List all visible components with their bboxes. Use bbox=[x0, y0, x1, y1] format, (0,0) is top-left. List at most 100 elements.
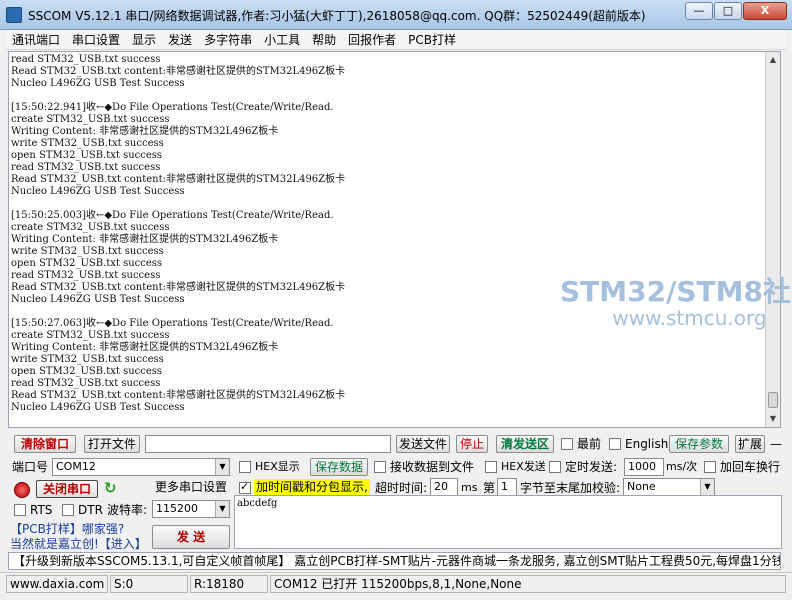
scroll-up-icon[interactable]: ▲ bbox=[768, 54, 778, 66]
dtr-label: DTR bbox=[78, 503, 103, 517]
checksum-value: None bbox=[627, 480, 656, 493]
open-file-button[interactable]: 打开文件 bbox=[84, 435, 140, 453]
receive-log-line: Read STM32_USB.txt content:非常感谢社区提供的STM3… bbox=[11, 390, 346, 401]
baud-value: 115200 bbox=[156, 502, 198, 515]
port-status-light-icon bbox=[14, 482, 30, 498]
minimize-button[interactable]: — bbox=[685, 2, 713, 20]
port-select[interactable]: COM12 ▼ bbox=[52, 458, 230, 476]
clear-window-button[interactable]: 清除窗口 bbox=[14, 435, 76, 453]
refresh-icon[interactable]: ↻ bbox=[104, 481, 117, 496]
receive-log-line: Read STM32_USB.txt content:非常感谢社区提供的STM3… bbox=[11, 66, 346, 77]
title-bar: SSCOM V5.12.1 串口/网络数据调试器,作者:习小猛(大虾丁丁),26… bbox=[0, 0, 792, 30]
dtr-checkbox[interactable] bbox=[62, 504, 74, 516]
port-value: COM12 bbox=[56, 460, 96, 473]
receive-log-line: read STM32_USB.txt success bbox=[11, 54, 161, 65]
menu-multi-string[interactable]: 多字符串 bbox=[198, 30, 258, 50]
receive-log-line: read STM32_USB.txt success bbox=[11, 162, 161, 173]
receive-log-line: Nucleo L496ZG USB Test Success bbox=[11, 402, 185, 413]
window-title: SSCOM V5.12.1 串口/网络数据调试器,作者:习小猛(大虾丁丁),26… bbox=[28, 9, 646, 23]
menu-help[interactable]: 帮助 bbox=[306, 30, 342, 50]
add-crlf-checkbox[interactable] bbox=[704, 461, 716, 473]
scroll-down-icon[interactable]: ▼ bbox=[768, 413, 778, 425]
hex-display-label: HEX显示 bbox=[255, 460, 300, 473]
receive-log-line: [15:50:25.003]收←◆Do File Operations Test… bbox=[11, 210, 334, 221]
save-data-button[interactable]: 保存数据 bbox=[310, 458, 368, 476]
stop-button[interactable]: 停止 bbox=[456, 435, 488, 453]
menu-feedback[interactable]: 回报作者 bbox=[342, 30, 402, 50]
receive-log-line: [15:50:22.941]收←◆Do File Operations Test… bbox=[11, 102, 334, 113]
receive-log-line: write STM32_USB.txt success bbox=[11, 246, 164, 257]
receive-log-line: read STM32_USB.txt success bbox=[11, 378, 161, 389]
receive-log-line: Writing Content: 非常感谢社区提供的STM32L496Z板卡 bbox=[11, 126, 279, 137]
scroll-thumb[interactable] bbox=[768, 392, 778, 408]
baud-label: 波特率: bbox=[107, 503, 148, 517]
always-on-top-checkbox[interactable] bbox=[561, 438, 573, 450]
news-ticker[interactable]: 【升级到新版本SSCOM5.13.1,可自定义帧首帧尾】 嘉立创PCB打样-SM… bbox=[8, 552, 781, 570]
chevron-down-icon[interactable]: ▼ bbox=[215, 501, 229, 517]
receive-log-line: open STM32_USB.txt success bbox=[11, 150, 163, 161]
menu-tools[interactable]: 小工具 bbox=[258, 30, 306, 50]
interval-unit-label: ms/次 bbox=[666, 460, 698, 473]
interval-input[interactable]: 1000 bbox=[624, 458, 664, 476]
menu-display[interactable]: 显示 bbox=[126, 30, 162, 50]
send-button[interactable]: 发 送 bbox=[152, 525, 230, 549]
expand-button[interactable]: 扩展 bbox=[735, 435, 765, 453]
timed-send-checkbox[interactable] bbox=[549, 461, 561, 473]
timestamp-label: 加时间戳和分包显示, bbox=[254, 479, 370, 495]
rts-label: RTS bbox=[30, 503, 53, 517]
menu-bar: 通讯端口 串口设置 显示 发送 多字符串 小工具 帮助 回报作者 PCB打样 bbox=[6, 30, 786, 50]
collapse-icon[interactable]: — bbox=[770, 437, 782, 451]
hex-send-checkbox[interactable] bbox=[485, 461, 497, 473]
status-received-count: R:18180 bbox=[190, 575, 268, 593]
send-file-button[interactable]: 发送文件 bbox=[396, 435, 450, 453]
receive-area[interactable]: read STM32_USB.txt success Read STM32_USB… bbox=[8, 51, 781, 428]
receive-log-line: write STM32_USB.txt success bbox=[11, 138, 164, 149]
recv-to-file-checkbox[interactable] bbox=[374, 461, 386, 473]
english-label: English bbox=[625, 437, 669, 451]
menu-send[interactable]: 发送 bbox=[162, 30, 198, 50]
status-bar: www.daxia.com S:0 R:18180 COM12 已打开 1152… bbox=[0, 572, 792, 594]
port-label: 端口号 bbox=[12, 460, 49, 474]
send-textarea[interactable]: abcdefg bbox=[234, 495, 782, 549]
status-port-info: COM12 已打开 115200bps,8,1,None,None bbox=[270, 575, 786, 593]
receive-log-line: open STM32_USB.txt success bbox=[11, 366, 163, 377]
receive-log-line: open STM32_USB.txt success bbox=[11, 258, 163, 269]
promo-line-1[interactable]: 【PCB打样】哪家强? bbox=[10, 522, 124, 536]
receive-log-line: Writing Content: 非常感谢社区提供的STM32L496Z板卡 bbox=[11, 342, 279, 353]
file-path-input[interactable] bbox=[145, 435, 391, 453]
receive-scrollbar[interactable]: ▲ ▼ bbox=[765, 52, 780, 427]
close-button[interactable]: X bbox=[743, 2, 787, 20]
chevron-down-icon[interactable]: ▼ bbox=[700, 479, 714, 495]
rts-checkbox[interactable] bbox=[14, 504, 26, 516]
receive-log-line: create STM32_USB.txt success bbox=[11, 330, 170, 341]
receive-log-line: Nucleo L496ZG USB Test Success bbox=[11, 186, 185, 197]
checksum-select[interactable]: None ▼ bbox=[623, 478, 715, 496]
more-settings-button[interactable]: 更多串口设置 bbox=[152, 479, 230, 497]
timeout-unit: ms bbox=[461, 481, 478, 494]
promo-line-2[interactable]: 当然就是嘉立创!【进入】 bbox=[10, 537, 147, 551]
receive-log-line: write STM32_USB.txt success bbox=[11, 354, 164, 365]
receive-log-line: Nucleo L496ZG USB Test Success bbox=[11, 78, 185, 89]
save-params-button[interactable]: 保存参数 bbox=[669, 435, 729, 453]
receive-log-line: Read STM32_USB.txt content:非常感谢社区提供的STM3… bbox=[11, 174, 346, 185]
checksum-label: 字节至末尾加校验: bbox=[520, 481, 621, 495]
maximize-button[interactable]: □ bbox=[714, 2, 742, 20]
menu-comm-port[interactable]: 通讯端口 bbox=[6, 30, 66, 50]
status-site[interactable]: www.daxia.com bbox=[6, 575, 108, 593]
receive-log-line: create STM32_USB.txt success bbox=[11, 114, 170, 125]
menu-serial-settings[interactable]: 串口设置 bbox=[66, 30, 126, 50]
receive-log-line bbox=[11, 198, 766, 210]
close-port-button[interactable]: 关闭串口 bbox=[36, 480, 98, 498]
baud-select[interactable]: 115200 ▼ bbox=[152, 500, 230, 518]
nth-input[interactable]: 1 bbox=[497, 478, 517, 496]
english-checkbox[interactable] bbox=[609, 438, 621, 450]
hex-send-label: HEX发送 bbox=[501, 460, 546, 473]
hex-display-checkbox[interactable] bbox=[239, 461, 251, 473]
receive-log-line: create STM32_USB.txt success bbox=[11, 222, 170, 233]
timestamp-checkbox[interactable] bbox=[239, 480, 251, 494]
clear-send-area-button[interactable]: 清发送区 bbox=[496, 435, 554, 453]
chevron-down-icon[interactable]: ▼ bbox=[215, 459, 229, 475]
menu-pcb[interactable]: PCB打样 bbox=[402, 30, 462, 50]
timeout-input[interactable]: 20 bbox=[430, 478, 458, 496]
receive-log: read STM32_USB.txt success Read STM32_USB… bbox=[11, 54, 766, 414]
